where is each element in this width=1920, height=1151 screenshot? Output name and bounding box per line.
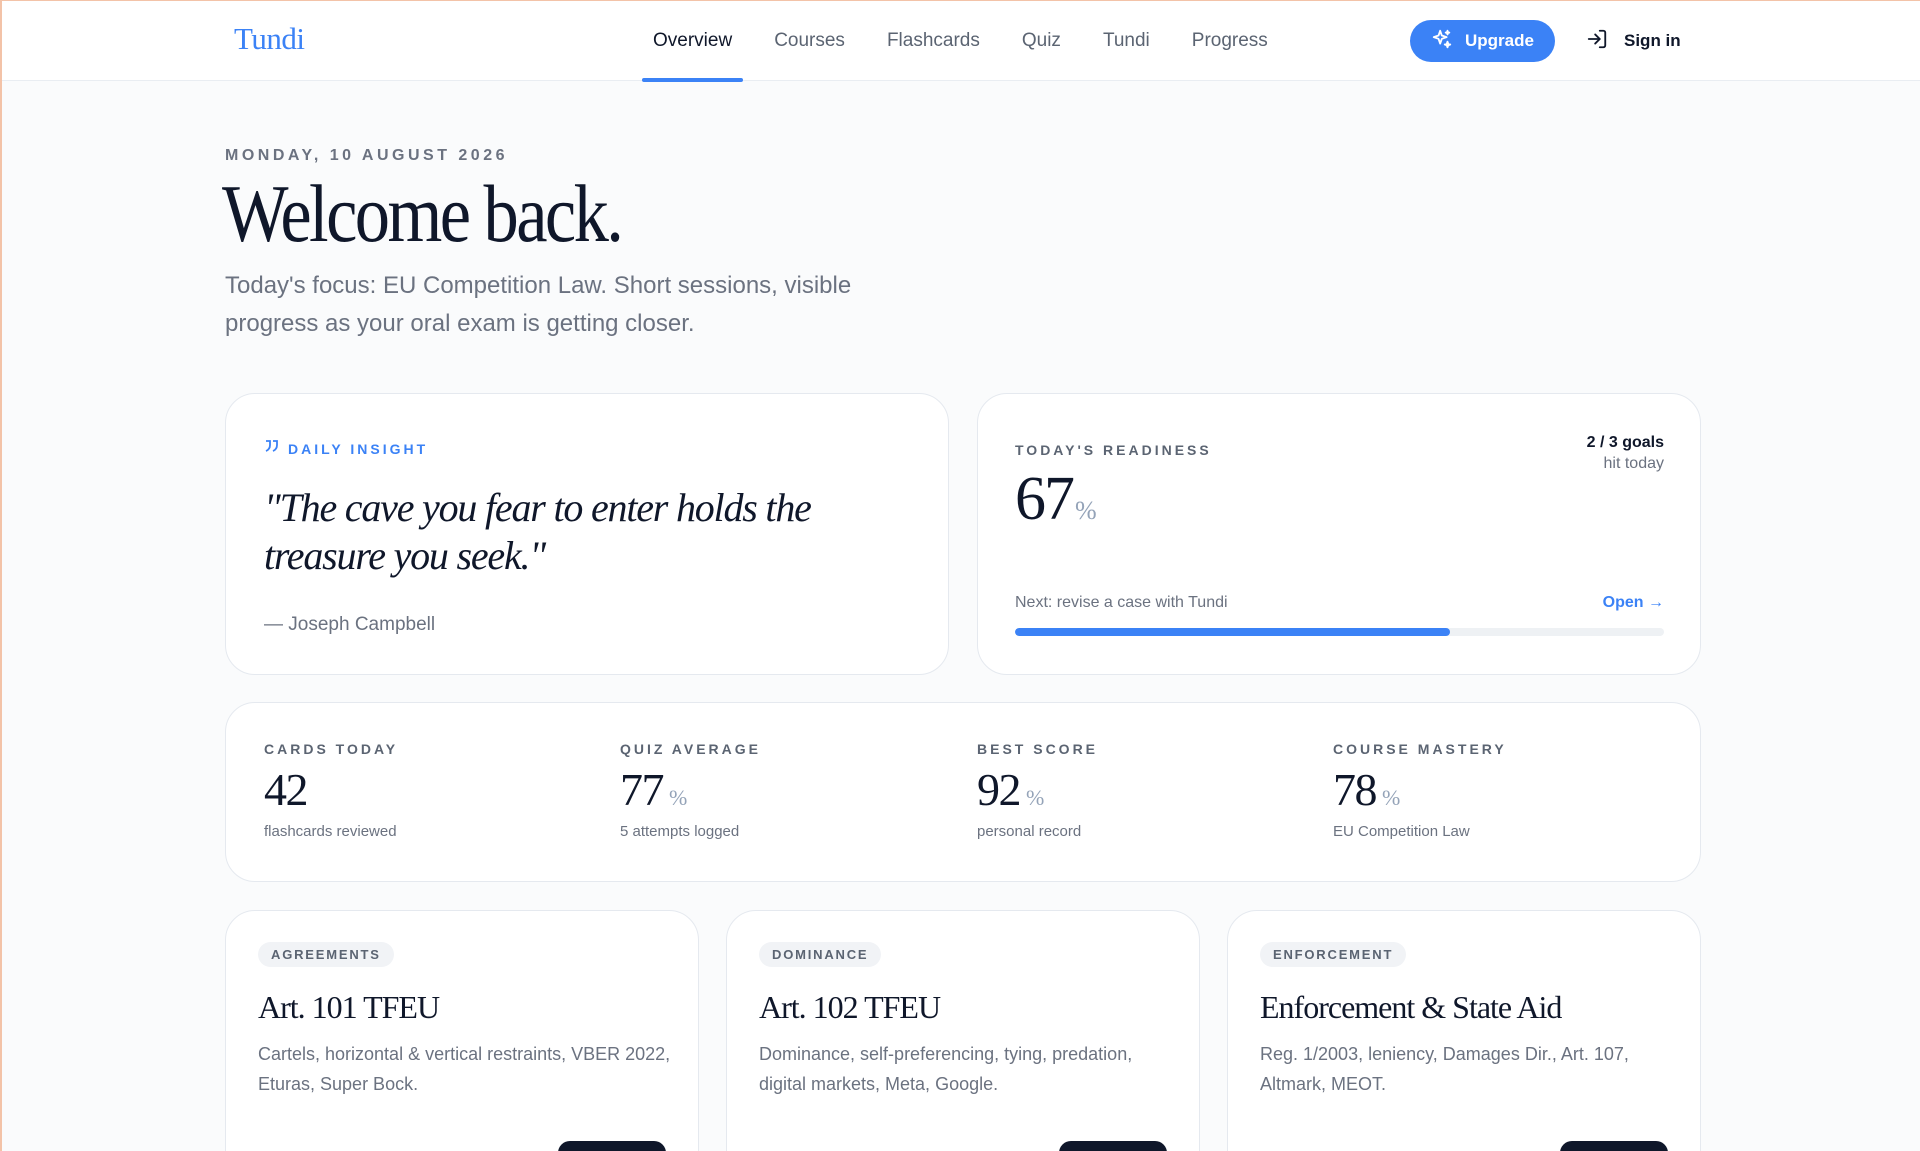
logo[interactable]: Tundi (234, 21, 305, 57)
readiness-value: 67% (1015, 464, 1097, 535)
stat-value: 77% (620, 763, 761, 817)
page-title: Welcome back. (222, 168, 624, 259)
sign-in-label: Sign in (1624, 31, 1681, 50)
stat-sub: 5 attempts logged (620, 823, 740, 840)
readiness-progress-fill (1015, 628, 1450, 636)
nav-link-tundi[interactable]: Tundi (1082, 1, 1171, 81)
readiness-number: 67 (1015, 465, 1075, 533)
daily-insight-label: DAILY INSIGHT (264, 439, 428, 458)
sign-in-icon (1586, 28, 1608, 55)
upgrade-label: Upgrade (1465, 31, 1534, 50)
stats-card: CARDS TODAY 42 flashcards reviewed QUIZ … (225, 702, 1701, 882)
goals-sub: hit today (1603, 455, 1664, 472)
daily-insight-card: DAILY INSIGHT "The cave you fear to ente… (225, 393, 949, 675)
stat-unit: % (1382, 785, 1401, 810)
nav-link-progress[interactable]: Progress (1171, 1, 1289, 81)
app-page: Tundi Overview Courses Flashcards Quiz T… (0, 0, 1920, 1151)
nav-links: Overview Courses Flashcards Quiz Tundi P… (632, 1, 1289, 82)
goals-count: 2 / 3 goals (1586, 434, 1664, 451)
topic-action-button[interactable] (558, 1141, 666, 1151)
current-date: MONDAY, 10 AUGUST 2026 (225, 147, 508, 164)
quote-icon (264, 439, 280, 458)
stat-best-score: BEST SCORE 92% personal record (977, 741, 1098, 840)
topic-card-enforcement[interactable]: ENFORCEMENT Enforcement & State Aid Reg.… (1227, 910, 1701, 1151)
nav-link-quiz[interactable]: Quiz (1001, 1, 1082, 81)
topic-description: Dominance, self-preferencing, tying, pre… (759, 1044, 1133, 1094)
stat-sub: EU Competition Law (1333, 823, 1470, 840)
insight-author: — Joseph Campbell (264, 614, 436, 635)
goals-summary: 2 / 3 goals hit today (1587, 432, 1664, 474)
stat-sub: flashcards reviewed (264, 823, 397, 840)
topic-title: Enforcement & State Aid (1260, 989, 1562, 1025)
upgrade-button[interactable]: Upgrade (1410, 20, 1555, 62)
sign-in-button[interactable]: Sign in (1586, 20, 1681, 62)
focus-text: Today's focus: EU Competition Law. Short… (225, 272, 852, 337)
stat-value: 92% (977, 763, 1098, 817)
nav-link-flashcards[interactable]: Flashcards (866, 1, 1001, 81)
stat-number: 77 (620, 764, 665, 815)
topic-tag: ENFORCEMENT (1260, 942, 1407, 967)
stat-number: 42 (264, 764, 309, 815)
nav-link-courses[interactable]: Courses (753, 1, 866, 81)
readiness-label: TODAY'S READINESS (1015, 442, 1212, 458)
topic-tag: DOMINANCE (759, 942, 882, 967)
daily-insight-eyebrow: DAILY INSIGHT (288, 440, 429, 457)
topic-card-agreements[interactable]: AGREEMENTS Art. 101 TFEU Cartels, horizo… (225, 910, 699, 1151)
readiness-card: TODAY'S READINESS 67% 2 / 3 goals hit to… (977, 393, 1701, 675)
topic-action-button[interactable] (1059, 1141, 1167, 1151)
sparkle-icon (1431, 28, 1453, 55)
stat-label: CARDS TODAY (264, 741, 399, 757)
stat-quiz-average: QUIZ AVERAGE 77% 5 attempts logged (620, 741, 761, 840)
topic-tag: AGREEMENTS (258, 942, 394, 967)
stat-course-mastery: COURSE MASTERY 78% EU Competition Law (1333, 741, 1507, 840)
readiness-unit: % (1075, 496, 1097, 525)
topic-description: Reg. 1/2003, leniency, Damages Dir., Art… (1260, 1044, 1629, 1094)
stat-number: 78 (1333, 764, 1378, 815)
stat-value: 42 (264, 763, 398, 817)
insight-quote: "The cave you fear to enter holds the tr… (264, 485, 812, 578)
next-action: Next: revise a case with Tundi (1015, 594, 1228, 611)
top-nav: Tundi Overview Courses Flashcards Quiz T… (2, 1, 1920, 82)
topic-action-button[interactable] (1560, 1141, 1668, 1151)
stat-number: 92 (977, 764, 1022, 815)
stat-label: QUIZ AVERAGE (620, 741, 762, 757)
stat-label: COURSE MASTERY (1333, 741, 1507, 757)
nav-link-overview[interactable]: Overview (632, 1, 753, 82)
stat-sub: personal record (977, 823, 1082, 840)
topic-description: Cartels, horizontal & vertical restraint… (258, 1044, 671, 1094)
topic-title: Art. 102 TFEU (759, 989, 941, 1025)
stat-label: BEST SCORE (977, 741, 1099, 757)
topic-title: Art. 101 TFEU (258, 989, 440, 1025)
stat-value: 78% (1333, 763, 1507, 817)
stat-unit: % (1026, 785, 1045, 810)
open-link[interactable]: Open → (1603, 594, 1664, 612)
stat-unit: % (669, 785, 688, 810)
readiness-progress-bar (1015, 628, 1664, 636)
stat-cards-today: CARDS TODAY 42 flashcards reviewed (264, 741, 398, 840)
topic-card-dominance[interactable]: DOMINANCE Art. 102 TFEU Dominance, self-… (726, 910, 1200, 1151)
